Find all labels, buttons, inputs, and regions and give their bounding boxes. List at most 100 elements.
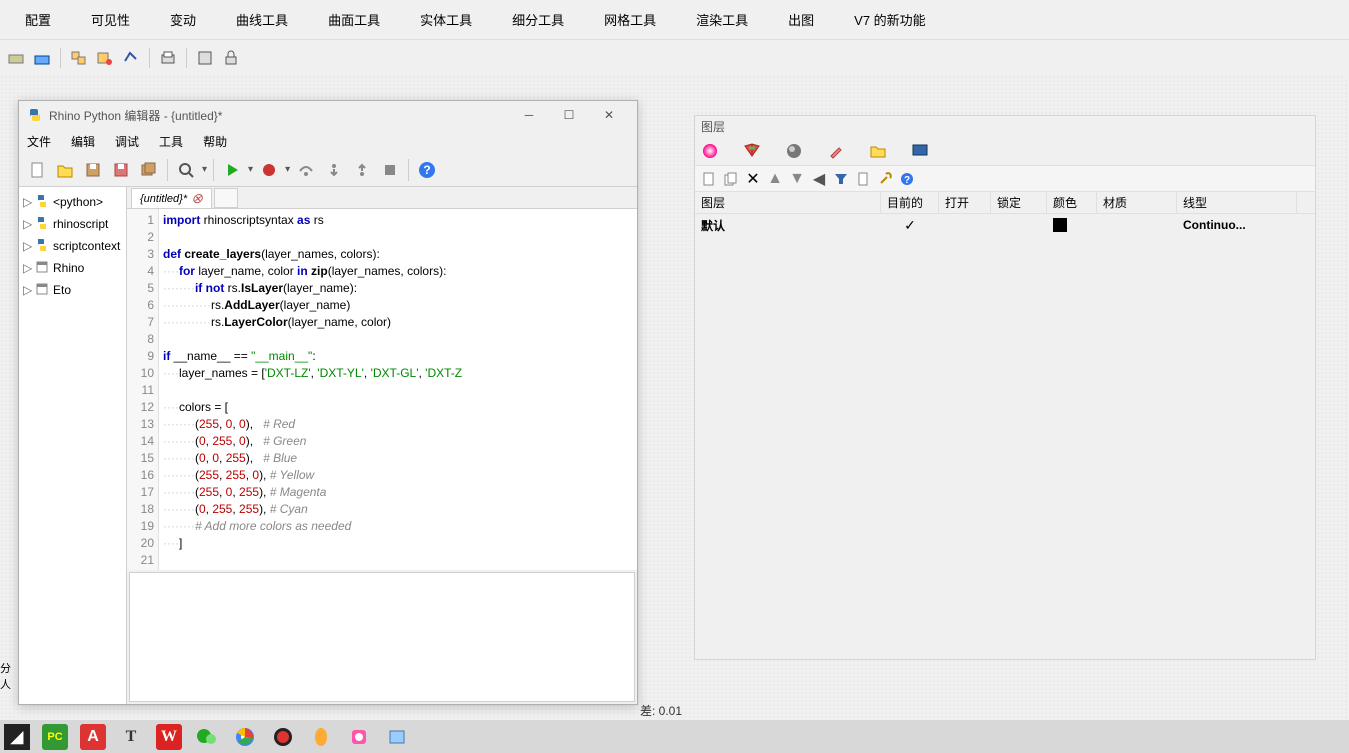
top-menu-item[interactable]: 曲线工具: [216, 0, 308, 39]
code-line[interactable]: [163, 332, 637, 349]
top-menu-item[interactable]: 配置: [5, 0, 71, 39]
tool-icon-3[interactable]: [68, 47, 90, 69]
tool-icon-4[interactable]: [94, 47, 116, 69]
taskbar-app-5[interactable]: W: [156, 724, 182, 750]
breakpoint-icon[interactable]: [257, 158, 281, 182]
code-line[interactable]: ········(0, 0, 255), # Blue: [163, 451, 637, 468]
color-swatch[interactable]: [1053, 218, 1067, 232]
brush-icon[interactable]: [827, 142, 845, 160]
editor-titlebar[interactable]: Rhino Python 编辑器 - {untitled}* ─ ☐ ✕: [19, 101, 637, 129]
step-out-icon[interactable]: [350, 158, 374, 182]
monitor-icon[interactable]: [911, 142, 929, 160]
layers-column-header[interactable]: 图层: [695, 192, 881, 213]
top-menu-item[interactable]: 实体工具: [400, 0, 492, 39]
taskbar-app-7[interactable]: [308, 724, 334, 750]
close-button[interactable]: ✕: [589, 101, 629, 129]
minimize-button[interactable]: ─: [509, 101, 549, 129]
tool-icon-2[interactable]: [31, 47, 53, 69]
tree-item[interactable]: ▷rhinoscript: [19, 213, 126, 235]
editor-menu-item[interactable]: 调试: [115, 133, 139, 150]
editor-output-panel[interactable]: [129, 572, 635, 702]
code-line[interactable]: [163, 383, 637, 400]
code-line[interactable]: ····for layer_name, color in zip(layer_n…: [163, 264, 637, 281]
editor-tree[interactable]: ▷<python>▷rhinoscript▷scriptcontext▷Rhin…: [19, 187, 127, 704]
code-line[interactable]: [163, 553, 637, 570]
code-line[interactable]: import rhinoscriptsyntax as rs: [163, 213, 637, 230]
layers-column-header[interactable]: 锁定: [991, 192, 1047, 213]
save-as-icon[interactable]: [109, 158, 133, 182]
code-line[interactable]: ········(0, 255, 255), # Cyan: [163, 502, 637, 519]
lock-icon[interactable]: [220, 47, 242, 69]
code-editor[interactable]: 123456789101112131415161718192021 import…: [127, 209, 637, 570]
top-menu-item[interactable]: 网格工具: [584, 0, 676, 39]
material-icon[interactable]: [743, 142, 761, 160]
taskbar-wechat[interactable]: [194, 724, 220, 750]
step-into-icon[interactable]: [322, 158, 346, 182]
top-menu-item[interactable]: 出图: [768, 0, 834, 39]
maximize-button[interactable]: ☐: [549, 101, 589, 129]
taskbar-app-6[interactable]: [270, 724, 296, 750]
step-over-icon[interactable]: [294, 158, 318, 182]
taskbar-app-9[interactable]: [384, 724, 410, 750]
editor-menu-item[interactable]: 文件: [27, 133, 51, 150]
down-icon[interactable]: ▼: [789, 171, 805, 187]
tree-item[interactable]: ▷<python>: [19, 191, 126, 213]
doc-icon[interactable]: [855, 171, 871, 187]
taskbar-chrome[interactable]: [232, 724, 258, 750]
tree-item[interactable]: ▷Eto: [19, 279, 126, 301]
tool-icon-5[interactable]: [120, 47, 142, 69]
open-file-icon[interactable]: [53, 158, 77, 182]
tree-item[interactable]: ▷scriptcontext: [19, 235, 126, 257]
layers-column-header[interactable]: 目前的: [881, 192, 939, 213]
editor-menu-item[interactable]: 编辑: [71, 133, 95, 150]
editor-tab-active[interactable]: {untitled}* ⊗: [131, 188, 212, 208]
layers-column-header[interactable]: 线型: [1177, 192, 1297, 213]
search-icon[interactable]: [174, 158, 198, 182]
tool-icon-1[interactable]: [5, 47, 27, 69]
top-menu-item[interactable]: 渲染工具: [676, 0, 768, 39]
code-line[interactable]: [163, 230, 637, 247]
code-line[interactable]: def create_layers(layer_names, colors):: [163, 247, 637, 264]
up-icon[interactable]: ▲: [767, 171, 783, 187]
copy-layer-icon[interactable]: [723, 171, 739, 187]
tab-close-icon[interactable]: ⊗: [191, 190, 203, 207]
help-icon[interactable]: ?: [415, 158, 439, 182]
run-icon[interactable]: [220, 158, 244, 182]
code-line[interactable]: ············rs.AddLayer(layer_name): [163, 298, 637, 315]
code-line[interactable]: ····]: [163, 536, 637, 553]
tool-icon-6[interactable]: [194, 47, 216, 69]
taskbar-app-3[interactable]: A: [80, 724, 106, 750]
code-line[interactable]: ····layer_names = ['DXT-LZ', 'DXT-YL', '…: [163, 366, 637, 383]
new-layer-icon[interactable]: [701, 171, 717, 187]
taskbar-app-2[interactable]: PC: [42, 724, 68, 750]
code-line[interactable]: ········(0, 255, 0), # Green: [163, 434, 637, 451]
chevron-right-icon[interactable]: ▷: [23, 239, 35, 253]
layers-column-header[interactable]: 颜色: [1047, 192, 1097, 213]
folder-icon[interactable]: [869, 142, 887, 160]
taskbar-app-1[interactable]: ◢: [4, 724, 30, 750]
code-line[interactable]: ········(255, 255, 0), # Yellow: [163, 468, 637, 485]
editor-menu-item[interactable]: 工具: [159, 133, 183, 150]
layer-row[interactable]: 默认✓Continuo...: [695, 214, 1315, 236]
new-tab-button[interactable]: [214, 188, 238, 208]
taskbar-app-8[interactable]: [346, 724, 372, 750]
save-all-icon[interactable]: [137, 158, 161, 182]
code-line[interactable]: ········# Add more colors as needed: [163, 519, 637, 536]
taskbar-app-4[interactable]: T: [118, 724, 144, 750]
code-line[interactable]: ····colors = [: [163, 400, 637, 417]
top-menu-item[interactable]: 曲面工具: [308, 0, 400, 39]
save-icon[interactable]: [81, 158, 105, 182]
top-menu-item[interactable]: V7 的新功能: [834, 0, 946, 39]
chevron-right-icon[interactable]: ▷: [23, 283, 35, 297]
tree-item[interactable]: ▷Rhino: [19, 257, 126, 279]
chevron-right-icon[interactable]: ▷: [23, 217, 35, 231]
editor-menu-item[interactable]: 帮助: [203, 133, 227, 150]
render-icon[interactable]: [785, 142, 803, 160]
stop-icon[interactable]: [378, 158, 402, 182]
code-line[interactable]: ········(255, 0, 255), # Magenta: [163, 485, 637, 502]
code-line[interactable]: if __name__ == "__main__":: [163, 349, 637, 366]
help-icon-layers[interactable]: ?: [899, 171, 915, 187]
delete-layer-icon[interactable]: ✕: [745, 171, 761, 187]
tools-icon[interactable]: [877, 171, 893, 187]
layers-column-headers[interactable]: 图层目前的打开锁定颜色材质线型: [695, 192, 1315, 214]
